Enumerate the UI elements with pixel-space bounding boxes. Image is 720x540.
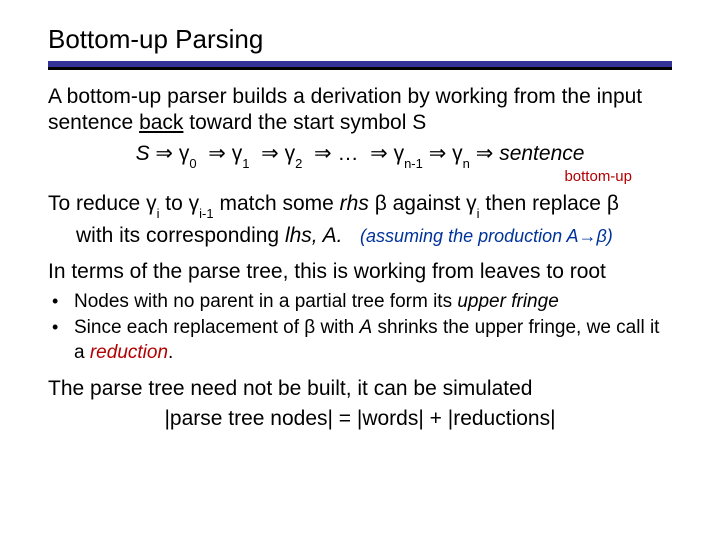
b2-d: .	[168, 342, 173, 363]
arr-2: ⇒	[261, 142, 279, 165]
r-si: i	[157, 206, 160, 221]
r-si2: i	[477, 206, 480, 221]
b2-A: A	[360, 317, 373, 338]
sub-2: 2	[295, 156, 302, 171]
sub-n: n	[463, 156, 470, 171]
r-rhs: rhs	[340, 192, 369, 215]
r-sim1: i-1	[199, 206, 213, 221]
intro-paragraph: A bottom-up parser builds a derivation b…	[48, 84, 672, 137]
reduce-cont: with its corresponding lhs, A. (assuming…	[76, 223, 672, 249]
bottom-up-annotation: bottom-up	[48, 168, 632, 185]
r-f: with its corresponding	[76, 224, 285, 247]
arr-1: ⇒	[208, 142, 226, 165]
leaves-root-para: In terms of the parse tree, this is work…	[48, 259, 672, 285]
sym-S: S	[136, 142, 150, 165]
r-c: match some	[219, 192, 339, 215]
r-e: then replace β	[485, 192, 619, 215]
bullet-2: Since each replacement of β with A shrin…	[48, 316, 672, 365]
dots: …	[337, 142, 358, 165]
g-2: γ	[285, 142, 296, 165]
r-d: β against	[375, 192, 466, 215]
bullet-1: Nodes with no parent in a partial tree f…	[48, 290, 672, 315]
r-lhsA: lhs, A.	[285, 224, 343, 247]
sub-0: 0	[189, 156, 196, 171]
sub-nm1: n-1	[404, 156, 423, 171]
sentence-word: sentence	[499, 142, 584, 165]
b2-a: Since each replacement of β with	[74, 317, 360, 338]
b2-reduction: reduction	[90, 342, 168, 363]
intro-b: toward the start symbol S	[183, 111, 426, 134]
r-b: to	[165, 192, 188, 215]
arr-6: ⇒	[476, 142, 494, 165]
derivation-line: S ⇒ γ0 ⇒ γ1 ⇒ γ2 ⇒ … ⇒ γn-1 ⇒ γn ⇒ sente…	[48, 141, 672, 168]
bullet-list: Nodes with no parent in a partial tree f…	[48, 290, 672, 366]
intro-back: back	[139, 111, 183, 134]
slide-title: Bottom-up Parsing	[48, 24, 672, 55]
equation-line: |parse tree nodes| = |words| + |reductio…	[48, 406, 672, 432]
arr-4: ⇒	[370, 142, 388, 165]
title-rule	[48, 61, 672, 70]
b1-fringe: upper fringe	[457, 291, 558, 312]
r-gi: γ	[146, 192, 157, 215]
reduce-paragraph: To reduce γi to γi-1 match some rhs β ag…	[48, 191, 672, 219]
g-n: γ	[452, 142, 463, 165]
arr-5: ⇒	[429, 142, 447, 165]
sub-1: 1	[242, 156, 249, 171]
r-gim1: γ	[189, 192, 200, 215]
g-nm1: γ	[394, 142, 405, 165]
g-1: γ	[232, 142, 243, 165]
arr-3: ⇒	[314, 142, 332, 165]
b1-a: Nodes with no parent in a partial tree f…	[74, 291, 457, 312]
arr-0: ⇒	[155, 142, 173, 165]
assume-text: (assuming the production A→β)	[360, 226, 613, 246]
g-0: γ	[179, 142, 190, 165]
r-a: To reduce	[48, 192, 146, 215]
r-gi2: γ	[466, 192, 477, 215]
simulate-para: The parse tree need not be built, it can…	[48, 376, 672, 402]
